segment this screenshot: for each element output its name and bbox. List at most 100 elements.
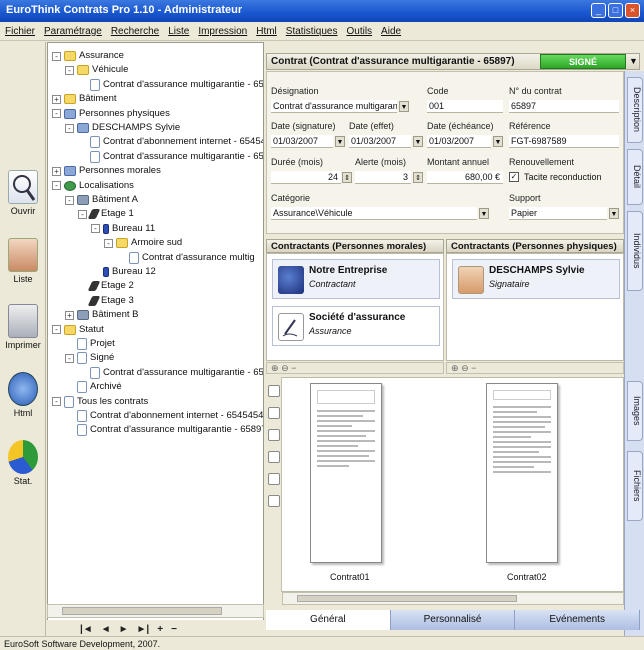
tree-node[interactable]: - Armoire sud [104,236,182,250]
tree-node[interactable]: Bureau 12 [91,265,156,279]
designation-field[interactable]: Contrat d'assurance multigarantie [271,100,397,113]
menu-impression[interactable]: Impression [198,26,247,37]
rotate-icon[interactable] [268,451,280,463]
tab-personnalise[interactable]: Personnalisé [390,610,516,630]
date-echeance-dropdown-icon[interactable]: ▼ [493,136,503,147]
header-dropdown-icon[interactable]: ▼ [627,54,640,69]
add-icon[interactable]: ⊕ [271,363,279,373]
tree-node[interactable]: Contrat d'abonnement internet - 6545454 … [65,409,263,423]
date-echeance-field[interactable]: 01/03/2007 [427,135,491,148]
tree-node[interactable]: + Bâtiment B [65,308,138,322]
documents-scrollbar[interactable] [282,592,624,605]
expand-toggle-icon[interactable]: - [104,238,113,248]
tree-node[interactable]: Contrat d'assurance multigarantie - 658 [78,366,263,380]
scan-icon[interactable] [268,407,280,419]
tree-node[interactable]: Archivé [65,380,122,394]
tree-node[interactable]: + Bâtiment [52,92,117,106]
categorie-field[interactable]: Assurance\Véhicule [271,207,477,220]
contractant-card[interactable]: Notre Entreprise Contractant [272,259,440,299]
maximize-icon[interactable]: □ [608,3,623,18]
expand-toggle-icon[interactable]: + [65,310,74,320]
tree-node[interactable]: Contrat d'assurance multigarantie - 658 [78,78,263,92]
tab-images[interactable]: Images [627,381,643,441]
delete-icon[interactable]: − [471,363,476,373]
tab-individus[interactable]: Individus [627,211,643,291]
expand-toggle-icon[interactable]: - [52,325,61,335]
add-document-icon[interactable] [268,385,280,397]
remove-icon[interactable]: ⊖ [461,363,469,373]
expand-toggle-icon[interactable]: - [52,181,61,191]
stat-button[interactable]: Stat. [2,440,44,486]
menu-statistiques[interactable]: Statistiques [286,26,338,37]
expand-toggle-icon[interactable]: - [52,109,61,119]
expand-toggle-icon[interactable]: - [52,51,61,61]
menu-aide[interactable]: Aide [381,26,401,37]
expand-toggle-icon[interactable]: - [65,195,74,205]
expand-toggle-icon[interactable]: - [65,65,74,75]
tree-node[interactable]: - Bâtiment A [65,193,138,207]
duree-spinner-icon[interactable]: ⇕ [342,172,352,183]
first-record-button[interactable]: |◄ [80,624,93,635]
expand-toggle-icon[interactable]: - [91,224,100,234]
tree-node[interactable]: - Localisations [52,179,134,193]
menu-parametrage[interactable]: Paramétrage [44,26,102,37]
designation-dropdown-icon[interactable]: ▼ [399,101,409,112]
expand-toggle-icon[interactable]: + [52,166,61,176]
tree-node[interactable]: Etage 2 [78,279,134,293]
delete-icon[interactable]: − [291,363,296,373]
add-icon[interactable]: ⊕ [451,363,459,373]
code-field[interactable]: 001 [427,100,503,113]
support-dropdown-icon[interactable]: ▼ [609,208,619,219]
previous-record-button[interactable]: ◄ [101,624,111,635]
ouvrir-button[interactable]: Ouvrir [2,170,44,216]
tab-detail[interactable]: Détail [627,149,643,205]
tree-node[interactable]: - Véhicule [65,63,128,77]
document-thumbnail[interactable] [310,383,382,563]
alerte-field[interactable]: 3 [355,171,411,184]
menu-recherche[interactable]: Recherche [111,26,159,37]
montant-field[interactable]: 680,00 € [427,171,503,184]
tree-node[interactable]: - Signé [65,351,114,365]
date-signature-dropdown-icon[interactable]: ▼ [335,136,345,147]
contractant-card[interactable]: DESCHAMPS Sylvie Signataire [452,259,620,299]
expand-toggle-icon[interactable]: - [52,397,61,407]
expand-toggle-icon[interactable]: + [52,94,61,104]
expand-toggle-icon[interactable]: - [65,353,74,363]
numero-field[interactable]: 65897 [509,100,619,113]
remove-record-button[interactable]: − [171,624,177,635]
tree-node[interactable]: Contrat d'assurance multigarantie - 658 [78,150,263,164]
document-thumbnail[interactable] [486,383,558,563]
minimize-icon[interactable]: _ [591,3,606,18]
last-record-button[interactable]: ►| [137,624,150,635]
tree-node[interactable]: Contrat d'assurance multigarantie - 6589… [65,423,263,437]
tree-node[interactable]: - Personnes physiques [52,107,170,121]
tree-node[interactable]: - Bureau 11 [91,222,155,236]
save-icon[interactable] [268,473,280,485]
duree-field[interactable]: 24 [271,171,341,184]
liste-button[interactable]: Liste [2,238,44,284]
open-document-icon[interactable] [268,429,280,441]
menu-fichier[interactable]: Fichier [5,26,35,37]
tree-node[interactable]: Etage 3 [78,294,134,308]
contractant-card[interactable]: Société d'assurance Assurance [272,306,440,346]
menu-liste[interactable]: Liste [168,26,189,37]
date-effet-dropdown-icon[interactable]: ▼ [413,136,423,147]
tab-evenements[interactable]: Evénements [515,610,641,630]
expand-toggle-icon[interactable]: - [78,209,87,219]
tree-node[interactable]: - Assurance [52,49,124,63]
add-record-button[interactable]: + [157,624,163,635]
tab-description[interactable]: Description [627,77,643,143]
tree-node[interactable]: - DESCHAMPS Sylvie [65,121,180,135]
tree-horizontal-scrollbar[interactable] [47,604,264,618]
categorie-dropdown-icon[interactable]: ▼ [479,208,489,219]
delete-document-icon[interactable] [268,495,280,507]
reference-field[interactable]: FGT-6987589 [509,135,619,148]
tab-fichiers[interactable]: Fichiers [627,451,643,521]
tree-node[interactable]: - Etage 1 [78,207,134,221]
menu-outils[interactable]: Outils [346,26,372,37]
renouvellement-checkbox[interactable]: ✓ [509,172,519,182]
next-record-button[interactable]: ► [119,624,129,635]
tree-node[interactable]: Projet [65,337,115,351]
menu-html[interactable]: Html [256,26,277,37]
status-badge[interactable]: SIGNÉ [540,54,626,69]
